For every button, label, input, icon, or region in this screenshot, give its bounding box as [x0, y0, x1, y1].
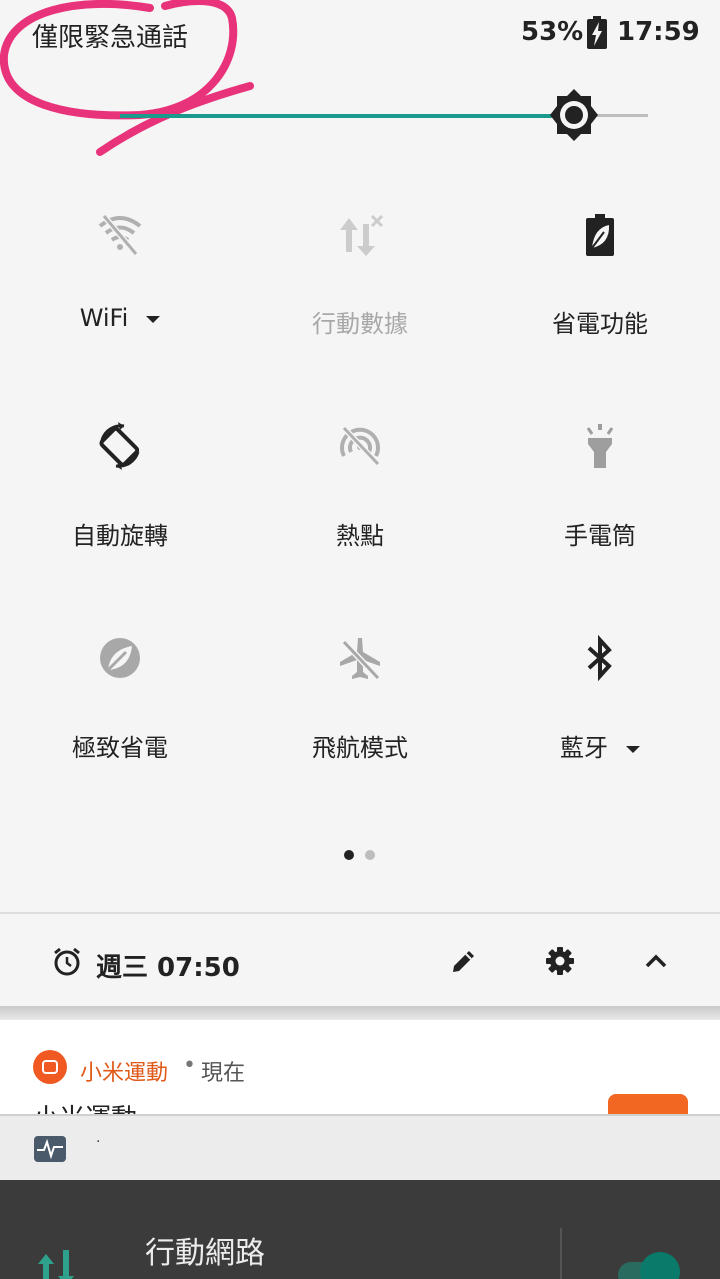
alarm-clock-icon[interactable] — [52, 947, 82, 977]
mobile-data-arrows-icon — [38, 1250, 74, 1279]
battery-charging-icon — [587, 16, 607, 49]
activity-app-icon — [34, 1136, 66, 1162]
network-panel-title: 行動網路 — [145, 1236, 265, 1271]
page-dot — [365, 850, 375, 860]
clock: 17:59 — [617, 17, 700, 47]
mobile-data-icon — [340, 214, 384, 256]
hotspot-off-icon — [340, 425, 381, 467]
battery-saver-label: 省電功能 — [552, 310, 648, 338]
wifi-label: WiFi — [79, 304, 129, 332]
page-dot-active — [344, 850, 354, 860]
battery-leaf-icon — [586, 214, 614, 256]
shade-shadow — [0, 1006, 720, 1020]
tile-battery-saver[interactable]: 省電功能 — [480, 196, 720, 396]
battery-percent: 53% — [521, 17, 584, 47]
status-bar: 僅限緊急通話 53% 17:59 — [0, 0, 720, 70]
tile-flashlight[interactable]: 手電筒 — [480, 408, 720, 608]
flashlight-label: 手電筒 — [564, 522, 636, 550]
network-panel[interactable]: 行動網路 — [0, 1180, 720, 1279]
notification-title: 小米運動 — [33, 1098, 137, 1114]
wifi-dropdown-caret[interactable] — [146, 315, 161, 323]
notification-mi-fit[interactable]: 小米運動 • 現在 小米運動 — [0, 1020, 720, 1114]
airplane-off-icon — [340, 638, 381, 681]
tile-bluetooth[interactable]: 藍牙 — [480, 620, 720, 820]
flashlight-icon — [586, 424, 614, 468]
settings-gear-icon[interactable] — [545, 946, 575, 976]
brightness-icon[interactable] — [547, 88, 601, 142]
tile-mobile-data[interactable]: 行動數據 — [240, 196, 480, 396]
edit-pencil-icon[interactable] — [450, 947, 478, 975]
bluetooth-label: 藍牙 — [560, 734, 608, 762]
airplane-mode-label: 飛航模式 — [312, 734, 408, 762]
notification-text: · — [96, 1134, 101, 1150]
quick-settings-footer: 週三 07:50 — [0, 914, 720, 1006]
brightness-track-fill — [120, 114, 575, 118]
mi-fit-app-icon — [33, 1050, 67, 1084]
bluetooth-dropdown-caret[interactable] — [626, 745, 640, 753]
tile-label: 藍牙 — [480, 728, 720, 763]
tile-auto-rotate[interactable]: 自動旋轉 — [0, 408, 240, 608]
notification-app-name: 小米運動 — [80, 1061, 169, 1086]
auto-rotate-icon — [99, 422, 140, 470]
mobile-network-toggle-thumb[interactable] — [640, 1252, 680, 1279]
carrier-text: 僅限緊急通話 — [32, 23, 189, 53]
brightness-slider[interactable] — [0, 80, 720, 150]
tile-hotspot[interactable]: 熱點 — [240, 408, 480, 608]
tile-label: WiFi — [0, 304, 240, 332]
tile-airplane-mode[interactable]: 飛航模式 — [240, 620, 480, 820]
tile-wifi[interactable]: WiFi — [0, 196, 240, 396]
wifi-off-icon — [98, 214, 142, 256]
panel-divider — [560, 1228, 562, 1279]
tile-extreme-saver[interactable]: 極致省電 — [0, 620, 240, 820]
extreme-saver-icon — [100, 638, 140, 678]
auto-rotate-label: 自動旋轉 — [72, 522, 168, 550]
bluetooth-icon — [587, 634, 612, 682]
notification-time: 現在 — [201, 1061, 246, 1086]
notification-activity[interactable]: · — [0, 1114, 720, 1180]
extreme-saver-label: 極致省電 — [72, 734, 168, 762]
notification-action-button[interactable] — [608, 1094, 688, 1114]
mobile-data-label: 行動數據 — [312, 310, 408, 338]
chevron-up-icon[interactable] — [643, 948, 669, 974]
notification-separator: • — [183, 1053, 196, 1078]
next-alarm[interactable]: 週三 07:50 — [96, 947, 240, 984]
hotspot-label: 熱點 — [336, 522, 384, 550]
